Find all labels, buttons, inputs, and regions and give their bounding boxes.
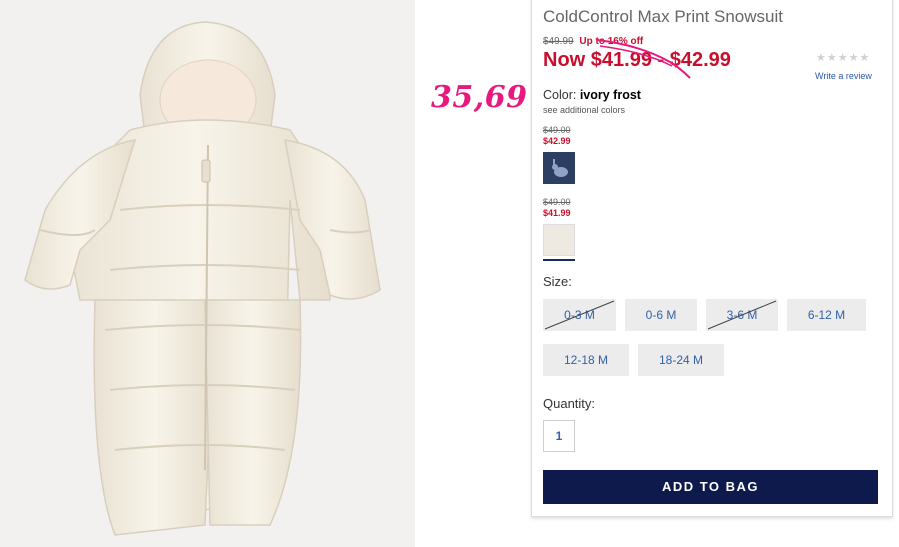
product-image: [0, 0, 415, 547]
size-option-18-24m[interactable]: 18-24 M: [638, 344, 724, 376]
swatch-old-price: $49.00: [543, 125, 571, 135]
quantity-input[interactable]: 1: [543, 420, 575, 452]
swatch-price-ivory: $49.00 $41.99: [543, 197, 571, 219]
color-label: Color:: [543, 88, 577, 102]
size-option-3-6m[interactable]: 3-6 M: [706, 299, 778, 331]
color-swatch-ivory-frost[interactable]: [543, 224, 575, 256]
size-option-label: 0-6 M: [645, 308, 677, 322]
product-title: ColdControl Max Print Snowsuit: [543, 7, 783, 26]
rating-stars-icon: ★★★★★: [816, 52, 871, 64]
sale-price: Now $41.99 - $42.99: [543, 49, 731, 71]
handwritten-price-annotation: 35,69: [431, 80, 528, 115]
bunny-print-icon: [552, 159, 568, 177]
color-selection: Color: ivory frost: [543, 88, 641, 102]
promo-badge: Up to 16% off: [579, 36, 644, 47]
write-review-link[interactable]: Write a review: [815, 71, 872, 81]
size-option-0-3m[interactable]: 0-3 M: [543, 299, 616, 331]
selected-color-name: ivory frost: [579, 88, 641, 102]
size-option-label: 6-12 M: [807, 308, 846, 322]
selected-swatch-indicator: [543, 259, 575, 261]
size-option-6-12m[interactable]: 6-12 M: [787, 299, 866, 331]
swatch-price-navy: $49.00 $42.99: [543, 125, 571, 147]
swatch-old-price: $49.00: [543, 197, 571, 207]
add-to-bag-button[interactable]: ADD TO BAG: [543, 470, 878, 504]
snowsuit-illustration: [24, 21, 381, 536]
swatch-new-price: $42.99: [543, 136, 571, 146]
swatch-new-price: $41.99: [543, 208, 571, 218]
size-option-label: 0-3 M: [564, 308, 595, 322]
size-option-label: 18-24 M: [658, 353, 704, 367]
color-swatch-navy-print[interactable]: [543, 152, 575, 184]
size-option-0-6m[interactable]: 0-6 M: [625, 299, 697, 331]
price-row: $49.99 Up to 16% off: [543, 36, 643, 47]
size-option-label: 3-6 M: [726, 308, 758, 322]
quantity-label: Quantity:: [543, 396, 596, 411]
size-option-12-18m[interactable]: 12-18 M: [543, 344, 629, 376]
original-price: $49.99: [543, 36, 574, 47]
size-option-label: 12-18 M: [563, 353, 609, 367]
see-additional-colors-link[interactable]: see additional colors: [543, 105, 625, 115]
size-label: Size:: [543, 274, 572, 289]
